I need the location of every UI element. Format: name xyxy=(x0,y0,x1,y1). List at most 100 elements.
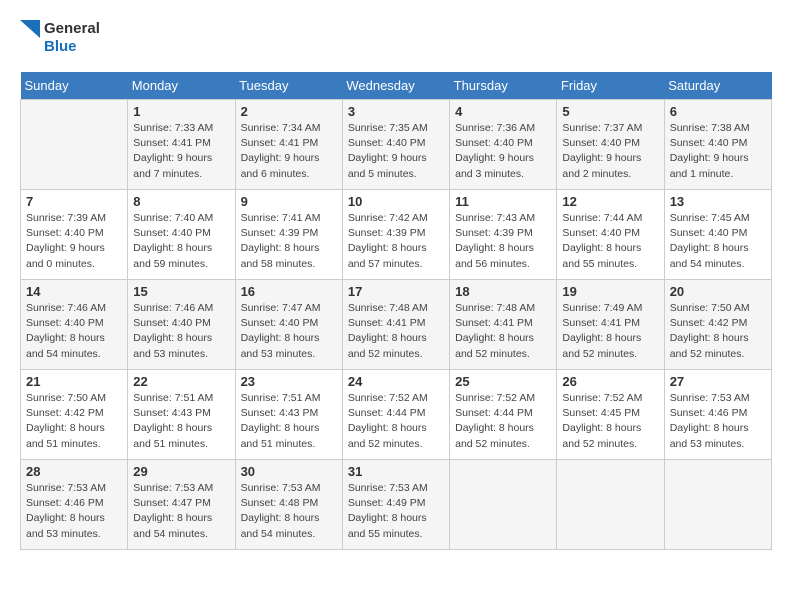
day-number: 18 xyxy=(455,284,551,299)
calendar-cell: 7Sunrise: 7:39 AMSunset: 4:40 PMDaylight… xyxy=(21,190,128,280)
calendar-cell: 8 Sunrise: 7:40 AMSunset: 4:40 PMDaylight… xyxy=(128,190,235,280)
day-number: 2 xyxy=(241,104,337,119)
day-number: 25 xyxy=(455,374,551,389)
weekday-header-monday: Monday xyxy=(128,72,235,100)
calendar-cell: 14 Sunrise: 7:46 AMSunset: 4:40 PMDayligh… xyxy=(21,280,128,370)
day-number: 5 xyxy=(562,104,658,119)
calendar-cell: 20Sunrise: 7:50 AMSunset: 4:42 PMDayligh… xyxy=(664,280,771,370)
calendar-body: 1 Sunrise: 7:33 AMSunset: 4:41 PMDaylight… xyxy=(21,100,772,550)
calendar-cell: 15Sunrise: 7:46 AMSunset: 4:40 PMDayligh… xyxy=(128,280,235,370)
day-number: 11 xyxy=(455,194,551,209)
calendar-cell: 26 Sunrise: 7:52 AMSunset: 4:45 PMDayligh… xyxy=(557,370,664,460)
day-number: 12 xyxy=(562,194,658,209)
weekday-header-sunday: Sunday xyxy=(21,72,128,100)
day-number: 10 xyxy=(348,194,444,209)
day-number: 14 xyxy=(26,284,122,299)
day-info: Sunrise: 7:40 AMSunset: 4:40 PMDaylight:… xyxy=(133,211,229,272)
day-number: 29 xyxy=(133,464,229,479)
day-number: 7 xyxy=(26,194,122,209)
day-number: 19 xyxy=(562,284,658,299)
day-number: 16 xyxy=(241,284,337,299)
day-info: Sunrise: 7:33 AMSunset: 4:41 PMDaylight:… xyxy=(133,121,229,182)
day-info: Sunrise: 7:34 AMSunset: 4:41 PMDaylight:… xyxy=(241,121,337,182)
day-number: 22 xyxy=(133,374,229,389)
day-number: 8 xyxy=(133,194,229,209)
calendar-cell xyxy=(450,460,557,550)
day-number: 24 xyxy=(348,374,444,389)
day-number: 26 xyxy=(562,374,658,389)
calendar-cell: 10 Sunrise: 7:42 AMSunset: 4:39 PMDayligh… xyxy=(342,190,449,280)
day-number: 15 xyxy=(133,284,229,299)
logo-line2: Blue xyxy=(44,38,100,56)
day-number: 27 xyxy=(670,374,766,389)
calendar-cell: 9Sunrise: 7:41 AMSunset: 4:39 PMDaylight… xyxy=(235,190,342,280)
calendar-cell: 4 Sunrise: 7:36 AMSunset: 4:40 PMDaylight… xyxy=(450,100,557,190)
calendar-cell: 16 Sunrise: 7:47 AMSunset: 4:40 PMDayligh… xyxy=(235,280,342,370)
day-number: 23 xyxy=(241,374,337,389)
day-number: 4 xyxy=(455,104,551,119)
calendar-week-0: 1 Sunrise: 7:33 AMSunset: 4:41 PMDaylight… xyxy=(21,100,772,190)
day-info: Sunrise: 7:47 AMSunset: 4:40 PMDaylight:… xyxy=(241,301,337,362)
day-info: Sunrise: 7:48 AMSunset: 4:41 PMDaylight:… xyxy=(455,301,551,362)
day-info: Sunrise: 7:53 AMSunset: 4:48 PMDaylight:… xyxy=(241,481,337,542)
day-info: Sunrise: 7:53 AMSunset: 4:49 PMDaylight:… xyxy=(348,481,444,542)
calendar-cell: 25 Sunrise: 7:52 AMSunset: 4:44 PMDayligh… xyxy=(450,370,557,460)
day-info: Sunrise: 7:48 AMSunset: 4:41 PMDaylight:… xyxy=(348,301,444,362)
calendar-cell: 21 Sunrise: 7:50 AMSunset: 4:42 PMDayligh… xyxy=(21,370,128,460)
day-number: 28 xyxy=(26,464,122,479)
day-number: 20 xyxy=(670,284,766,299)
day-info: Sunrise: 7:52 AMSunset: 4:45 PMDaylight:… xyxy=(562,391,658,452)
day-info: Sunrise: 7:36 AMSunset: 4:40 PMDaylight:… xyxy=(455,121,551,182)
logo-triangle-icon xyxy=(20,20,40,56)
calendar-cell: 27 Sunrise: 7:53 AMSunset: 4:46 PMDayligh… xyxy=(664,370,771,460)
calendar-week-1: 7Sunrise: 7:39 AMSunset: 4:40 PMDaylight… xyxy=(21,190,772,280)
day-number: 3 xyxy=(348,104,444,119)
calendar-week-2: 14 Sunrise: 7:46 AMSunset: 4:40 PMDayligh… xyxy=(21,280,772,370)
weekday-header-tuesday: Tuesday xyxy=(235,72,342,100)
weekday-header-friday: Friday xyxy=(557,72,664,100)
calendar-table: SundayMondayTuesdayWednesdayThursdayFrid… xyxy=(20,72,772,550)
logo-line1: General xyxy=(44,20,100,38)
day-number: 1 xyxy=(133,104,229,119)
day-info: Sunrise: 7:53 AMSunset: 4:46 PMDaylight:… xyxy=(670,391,766,452)
day-info: Sunrise: 7:50 AMSunset: 4:42 PMDaylight:… xyxy=(26,391,122,452)
calendar-cell: 23Sunrise: 7:51 AMSunset: 4:43 PMDayligh… xyxy=(235,370,342,460)
calendar-cell: 17 Sunrise: 7:48 AMSunset: 4:41 PMDayligh… xyxy=(342,280,449,370)
day-info: Sunrise: 7:37 AMSunset: 4:40 PMDaylight:… xyxy=(562,121,658,182)
calendar-cell: 22 Sunrise: 7:51 AMSunset: 4:43 PMDayligh… xyxy=(128,370,235,460)
day-info: Sunrise: 7:52 AMSunset: 4:44 PMDaylight:… xyxy=(455,391,551,452)
calendar-cell: 31Sunrise: 7:53 AMSunset: 4:49 PMDayligh… xyxy=(342,460,449,550)
day-info: Sunrise: 7:35 AMSunset: 4:40 PMDaylight:… xyxy=(348,121,444,182)
day-info: Sunrise: 7:45 AMSunset: 4:40 PMDaylight:… xyxy=(670,211,766,272)
day-number: 9 xyxy=(241,194,337,209)
day-number: 17 xyxy=(348,284,444,299)
calendar-cell: 3 Sunrise: 7:35 AMSunset: 4:40 PMDaylight… xyxy=(342,100,449,190)
day-info: Sunrise: 7:46 AMSunset: 4:40 PMDaylight:… xyxy=(26,301,122,362)
day-info: Sunrise: 7:38 AMSunset: 4:40 PMDaylight:… xyxy=(670,121,766,182)
calendar-cell: 18 Sunrise: 7:48 AMSunset: 4:41 PMDayligh… xyxy=(450,280,557,370)
page-header: General Blue xyxy=(20,20,772,56)
calendar-cell: 5 Sunrise: 7:37 AMSunset: 4:40 PMDaylight… xyxy=(557,100,664,190)
day-info: Sunrise: 7:53 AMSunset: 4:46 PMDaylight:… xyxy=(26,481,122,542)
calendar-cell: 28 Sunrise: 7:53 AMSunset: 4:46 PMDayligh… xyxy=(21,460,128,550)
weekday-row: SundayMondayTuesdayWednesdayThursdayFrid… xyxy=(21,72,772,100)
weekday-header-thursday: Thursday xyxy=(450,72,557,100)
logo-graphic: General Blue xyxy=(20,20,100,56)
calendar-cell xyxy=(21,100,128,190)
day-number: 13 xyxy=(670,194,766,209)
day-info: Sunrise: 7:44 AMSunset: 4:40 PMDaylight:… xyxy=(562,211,658,272)
day-info: Sunrise: 7:53 AMSunset: 4:47 PMDaylight:… xyxy=(133,481,229,542)
weekday-header-wednesday: Wednesday xyxy=(342,72,449,100)
calendar-cell xyxy=(557,460,664,550)
calendar-cell: 2 Sunrise: 7:34 AMSunset: 4:41 PMDaylight… xyxy=(235,100,342,190)
day-number: 21 xyxy=(26,374,122,389)
calendar-cell xyxy=(664,460,771,550)
calendar-cell: 12 Sunrise: 7:44 AMSunset: 4:40 PMDayligh… xyxy=(557,190,664,280)
day-number: 30 xyxy=(241,464,337,479)
day-info: Sunrise: 7:42 AMSunset: 4:39 PMDaylight:… xyxy=(348,211,444,272)
day-number: 6 xyxy=(670,104,766,119)
day-info: Sunrise: 7:52 AMSunset: 4:44 PMDaylight:… xyxy=(348,391,444,452)
calendar-cell: 19 Sunrise: 7:49 AMSunset: 4:41 PMDayligh… xyxy=(557,280,664,370)
day-info: Sunrise: 7:51 AMSunset: 4:43 PMDaylight:… xyxy=(133,391,229,452)
day-info: Sunrise: 7:49 AMSunset: 4:41 PMDaylight:… xyxy=(562,301,658,362)
